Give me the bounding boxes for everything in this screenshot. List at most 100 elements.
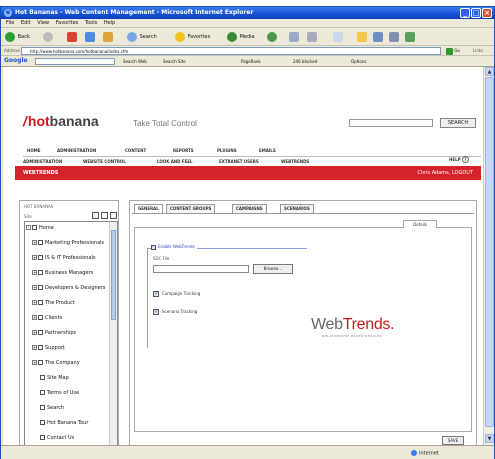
scroll-down-icon[interactable]: ▼ (485, 434, 494, 443)
page-checkbox-icon[interactable] (38, 285, 43, 290)
page-checkbox-icon[interactable] (38, 240, 43, 245)
search-site-button[interactable]: Search Site (163, 58, 186, 65)
nav-emails[interactable]: EMAILS (259, 147, 276, 155)
mail-button[interactable] (289, 31, 300, 43)
page-checkbox-icon[interactable] (40, 390, 45, 395)
details-tab[interactable]: Details (403, 220, 437, 228)
stop-button[interactable] (67, 31, 78, 43)
page-vertical-scrollbar[interactable]: ▲ ▼ (483, 67, 494, 445)
menu-file[interactable]: File (6, 19, 14, 28)
subnav-look-and-feel[interactable]: LOOK AND FEEL (157, 158, 193, 165)
save-button[interactable]: SAVE (442, 436, 464, 445)
subnav-extranet-users[interactable]: EXTRANET USERS (219, 158, 259, 165)
close-button[interactable]: × (482, 8, 492, 18)
page-checkbox-icon[interactable] (38, 300, 43, 305)
tree-item[interactable]: Search (32, 404, 117, 412)
page-checkbox-icon[interactable] (32, 225, 37, 230)
back-button[interactable]: Back (5, 31, 30, 43)
edit-button[interactable] (333, 31, 344, 43)
tree-item[interactable]: + Marketing Professionals (32, 239, 117, 247)
options-button[interactable]: Options (351, 58, 366, 65)
browse-button[interactable]: Browse... (253, 264, 293, 274)
media-button[interactable]: Media (227, 31, 255, 43)
scroll-thumb[interactable] (485, 77, 494, 427)
maximize-button[interactable]: □ (471, 8, 481, 18)
page-checkbox-icon[interactable] (38, 330, 43, 335)
help-link[interactable]: HELP ? (449, 156, 469, 164)
nav-home[interactable]: HOME (27, 147, 40, 155)
subnav-administration[interactable]: ADMINISTRATION (23, 158, 62, 165)
menu-favorites[interactable]: Favorites (56, 19, 79, 28)
subnav-webtrends[interactable]: WEBTRENDS (281, 158, 309, 165)
nav-administration[interactable]: ADMINISTRATION (57, 147, 96, 155)
page-checkbox-icon[interactable] (38, 270, 43, 275)
expand-icon[interactable]: + (32, 315, 37, 320)
tab-campaigns[interactable]: CAMPAIGNS (232, 204, 267, 213)
page-checkbox-icon[interactable] (38, 345, 43, 350)
menu-help[interactable]: Help (104, 19, 115, 28)
scenario-tracking-checkbox[interactable]: ✓ Scenario Tracking (153, 308, 197, 315)
forward-button[interactable] (43, 31, 54, 43)
google-search-input[interactable] (35, 58, 115, 65)
tree-item[interactable]: + The Product (32, 299, 117, 307)
messenger-button[interactable] (373, 31, 384, 43)
nav-content[interactable]: CONTENT (125, 147, 146, 155)
tree-item[interactable]: Contact Us (32, 434, 117, 442)
links-button[interactable]: Links (473, 48, 483, 53)
page-checkbox-icon[interactable] (40, 435, 45, 440)
nav-plugins[interactable]: PLUGINS (217, 147, 237, 155)
tree-item[interactable]: + The Company (32, 359, 117, 367)
expand-icon[interactable]: + (32, 360, 37, 365)
home-button[interactable] (103, 31, 114, 43)
menu-tools[interactable]: Tools (85, 19, 97, 28)
site-search-input[interactable] (349, 119, 433, 127)
copy-page-icon[interactable] (101, 212, 108, 219)
page-checkbox-icon[interactable] (40, 420, 45, 425)
page-checkbox-icon[interactable] (40, 375, 45, 380)
expand-icon[interactable]: + (32, 270, 37, 275)
page-checkbox-icon[interactable] (38, 360, 43, 365)
tools-button[interactable] (389, 31, 400, 43)
subnav-website-control[interactable]: WEBSITE CONTROL (83, 158, 126, 165)
page-checkbox-icon[interactable] (38, 315, 43, 320)
menu-view[interactable]: View (37, 19, 49, 28)
user-logout-link[interactable]: Chris Adams, LOGOUT (417, 170, 473, 176)
tree-item[interactable]: + IS & IT Professionals (32, 254, 117, 262)
favorites-button[interactable]: Favorites (175, 31, 210, 43)
menu-edit[interactable]: Edit (21, 19, 31, 28)
expand-icon[interactable]: + (32, 330, 37, 335)
tree-item[interactable]: Hot Banana Tour (32, 419, 117, 427)
new-page-icon[interactable] (92, 212, 99, 219)
history-button[interactable] (267, 31, 278, 43)
tree-item[interactable]: + Partnerships (32, 329, 117, 337)
campaign-tracking-checkbox[interactable]: ✓ Campaign Tracking (153, 290, 200, 297)
tree-item[interactable]: + Developers & Designers (32, 284, 117, 292)
site-search-button[interactable]: SEARCH (440, 118, 476, 128)
expand-icon[interactable]: + (32, 255, 37, 260)
go-button[interactable]: Go (446, 47, 464, 55)
enable-webtrends-checkbox[interactable]: Enable WebTrends (151, 244, 197, 250)
expand-icon[interactable]: + (32, 345, 37, 350)
sdc-file-input[interactable] (153, 265, 249, 273)
expand-icon[interactable]: + (32, 300, 37, 305)
folder-button[interactable] (357, 31, 368, 43)
tab-content-groups[interactable]: CONTENT GROUPS (166, 204, 216, 213)
collapse-icon[interactable]: - (26, 225, 31, 230)
expand-icon[interactable]: + (32, 285, 37, 290)
expand-icon[interactable]: + (32, 240, 37, 245)
address-input[interactable]: http://www.hotbanana.com/hotbanana/index… (21, 47, 441, 55)
tree-item[interactable]: Terms of Use (32, 389, 117, 397)
tab-general[interactable]: GENERAL (134, 204, 163, 213)
tree-item[interactable]: + Support (32, 344, 117, 352)
search-web-button[interactable]: Search Web (123, 58, 147, 65)
tree-item[interactable]: + Business Managers (32, 269, 117, 277)
print-button[interactable] (307, 31, 318, 43)
refresh-button[interactable] (85, 31, 96, 43)
tab-scenarios[interactable]: SCENARIOS (280, 204, 314, 213)
popup-blocked-button[interactable]: 246 blocked (293, 58, 317, 65)
tree-item[interactable]: Site Map (32, 374, 117, 382)
page-checkbox-icon[interactable] (38, 255, 43, 260)
scroll-up-icon[interactable]: ▲ (485, 67, 494, 76)
tree-item[interactable]: - Home (26, 224, 116, 232)
minimize-button[interactable]: _ (460, 8, 470, 18)
